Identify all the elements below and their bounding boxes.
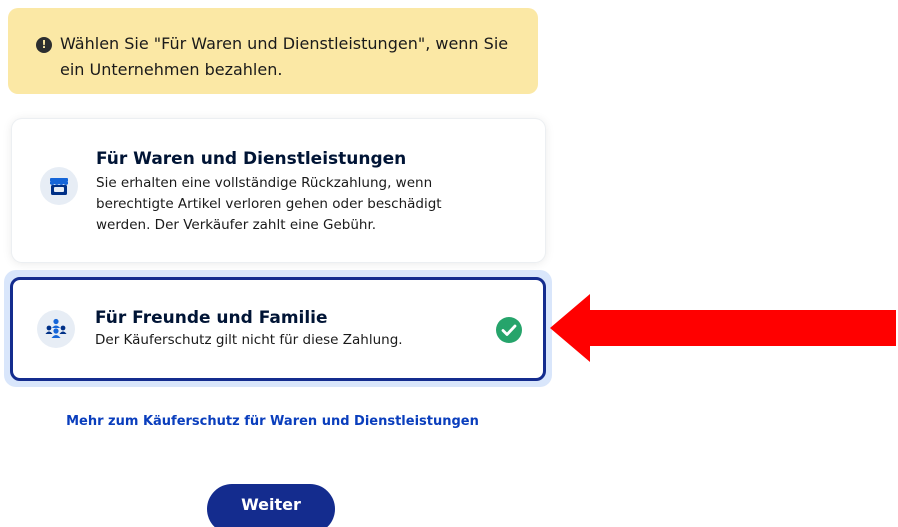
checkmark-icon — [495, 316, 523, 344]
option-goods-description: Sie erhalten eine vollständige Rückzahlu… — [96, 175, 442, 233]
option-friends-title: Für Freunde und Familie — [95, 308, 328, 328]
option-goods-and-services[interactable]: Für Waren und Dienstleistungen Sie erhal… — [12, 119, 545, 262]
continue-button[interactable]: Weiter — [207, 484, 335, 527]
buyer-protection-link[interactable]: Mehr zum Käuferschutz für Waren und Dien… — [0, 414, 545, 429]
warning-banner-text: Wählen Sie "Für Waren und Dienstleistung… — [60, 34, 509, 79]
red-arrow-annotation — [550, 294, 896, 362]
people-group-icon — [37, 310, 75, 348]
warning-banner: ! Wählen Sie "Für Waren und Dienstleistu… — [8, 8, 538, 94]
option-goods-title: Für Waren und Dienstleistungen — [96, 149, 407, 169]
storefront-icon — [40, 167, 78, 205]
payment-type-page: ! Wählen Sie "Für Waren und Dienstleistu… — [0, 0, 898, 527]
option-friends-description: Der Käuferschutz gilt nicht für diese Za… — [95, 332, 403, 348]
option-friends-and-family[interactable]: Für Freunde und Familie Der Käuferschutz… — [10, 277, 546, 381]
exclamation-icon: ! — [36, 37, 52, 53]
